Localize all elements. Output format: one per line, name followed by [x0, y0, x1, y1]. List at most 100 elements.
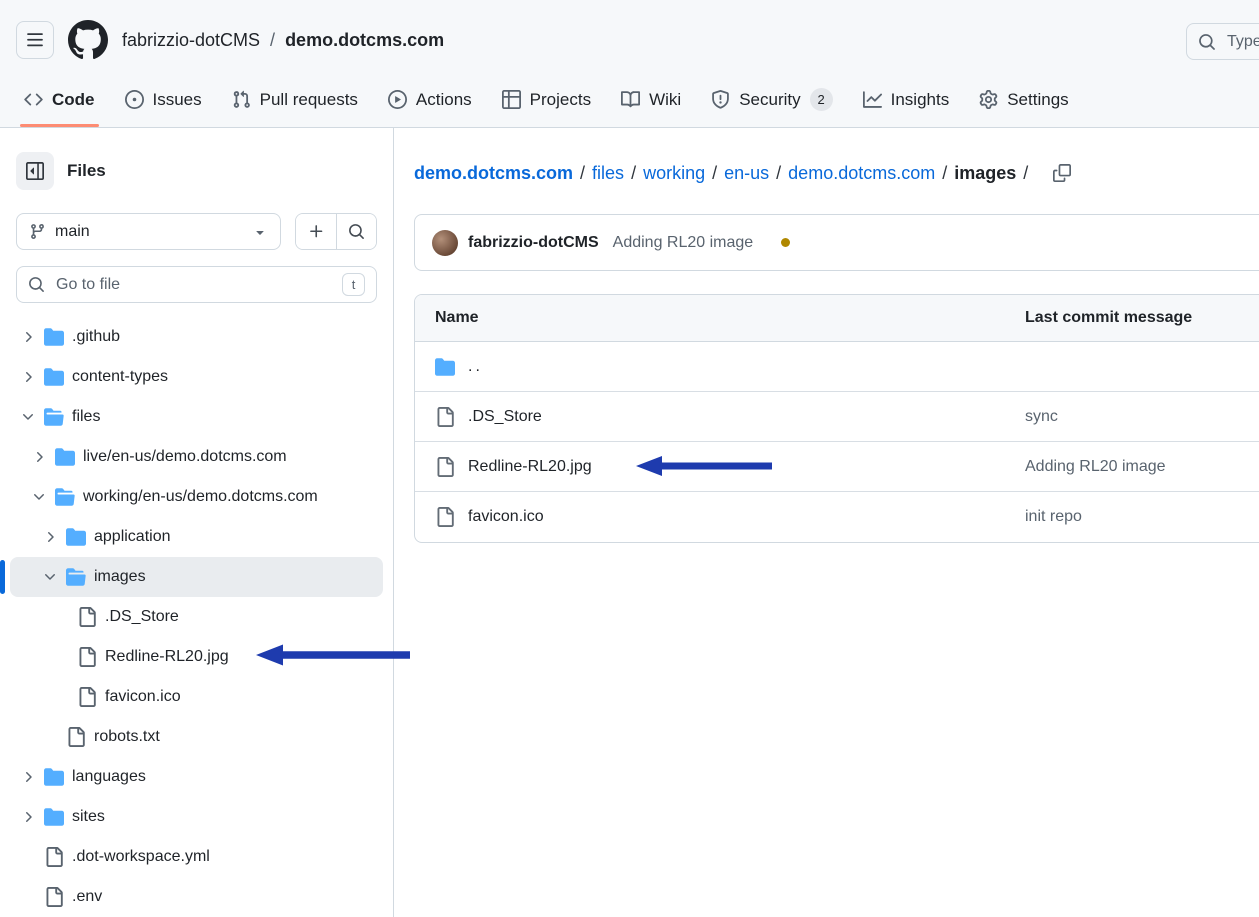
file-name-link[interactable]: .. [468, 358, 483, 376]
file-icon [435, 457, 455, 477]
table-icon [502, 90, 521, 109]
tree-item-label: robots.txt [94, 728, 160, 746]
breadcrumb-separator: / [769, 163, 788, 184]
github-mark-icon [68, 20, 108, 60]
github-logo[interactable] [68, 20, 108, 60]
chevron-down-icon [20, 409, 36, 425]
tree-item-application[interactable]: application [10, 517, 383, 557]
goto-file-box[interactable]: t [16, 266, 377, 303]
shield-icon [711, 90, 730, 109]
tab-security[interactable]: Security 2 [701, 72, 842, 127]
search-icon [1198, 33, 1216, 51]
breadcrumb-segment-working[interactable]: working [643, 163, 705, 184]
tree-chevron[interactable] [20, 409, 36, 425]
tree-item-env[interactable]: .env [10, 877, 383, 917]
tree-item-github[interactable]: .github [10, 317, 383, 357]
collapse-sidebar-button[interactable] [16, 152, 54, 190]
global-search-box[interactable] [1186, 23, 1259, 60]
tab-projects[interactable]: Projects [492, 72, 601, 127]
tree-item-sites[interactable]: sites [10, 797, 383, 837]
tree-item-images[interactable]: images [10, 557, 383, 597]
tree-item-redline-rl20-jpg[interactable]: Redline-RL20.jpg [10, 637, 383, 677]
file-row-favicon-ico[interactable]: favicon.ico init repo [415, 492, 1259, 542]
global-search-input[interactable] [1225, 32, 1259, 52]
tree-item-live-en-us-demo-dotcms-com[interactable]: live/en-us/demo.dotcms.com [10, 437, 383, 477]
repo-nav: Code Issues Pull requests Actions Projec… [0, 72, 1259, 128]
tree-item-content-types[interactable]: content-types [10, 357, 383, 397]
tree-item-working-en-us-demo-dotcms-com[interactable]: working/en-us/demo.dotcms.com [10, 477, 383, 517]
tree-chevron[interactable] [20, 329, 36, 345]
file-icon [77, 607, 97, 627]
current-branch-label: main [55, 223, 90, 241]
breadcrumb-segment-en-us[interactable]: en-us [724, 163, 769, 184]
breadcrumb-segment-demo-dotcms-com[interactable]: demo.dotcms.com [788, 163, 935, 184]
graph-icon [863, 90, 882, 109]
breadcrumb-segment-demo-dotcms-com[interactable]: demo.dotcms.com [414, 163, 573, 184]
commit-status-dot[interactable] [781, 238, 790, 247]
tree-item-favicon-ico[interactable]: favicon.ico [10, 677, 383, 717]
goto-file-row: t [0, 266, 393, 303]
book-icon [621, 90, 640, 109]
chevron-right-icon [20, 369, 36, 385]
copy-icon [1053, 164, 1071, 182]
branch-selector-button[interactable]: main [16, 213, 281, 250]
tab-wiki[interactable]: Wiki [611, 72, 691, 127]
repo-name-link[interactable]: demo.dotcms.com [285, 30, 444, 51]
commit-message-link[interactable]: Adding RL20 image [613, 234, 754, 252]
search-this-repo-button[interactable] [336, 214, 376, 249]
breadcrumb-trailing-slash: / [1016, 163, 1035, 184]
file-row-redline-rl20-jpg[interactable]: Redline-RL20.jpg Adding RL20 image [415, 442, 1259, 492]
tree-chevron [53, 609, 69, 625]
file-row-updir[interactable]: .. [415, 342, 1259, 392]
tree-item-languages[interactable]: languages [10, 757, 383, 797]
tree-item-ds-store[interactable]: .DS_Store [10, 597, 383, 637]
tree-item-label: application [94, 528, 171, 546]
breadcrumb-separator: / [935, 163, 954, 184]
tree-chevron[interactable] [20, 809, 36, 825]
github-repo-file-browser: { "header": { "repo_owner": "fabrizzio-d… [0, 0, 1259, 913]
chevron-down-icon [42, 569, 58, 585]
tab-issues[interactable]: Issues [115, 72, 212, 127]
copy-path-button[interactable] [1047, 158, 1077, 188]
commit-message-cell[interactable]: Adding RL20 image [1025, 458, 1166, 475]
tab-code[interactable]: Code [14, 72, 105, 127]
tree-item-label: images [94, 568, 146, 586]
column-header-last-commit-message: Last commit message [1025, 309, 1192, 326]
file-name-link[interactable]: .DS_Store [468, 408, 542, 426]
tree-actions-group [295, 213, 377, 250]
file-row-ds-store[interactable]: .DS_Store sync [415, 392, 1259, 442]
commit-message-cell[interactable]: sync [1025, 408, 1058, 425]
add-file-button[interactable] [296, 214, 336, 249]
column-header-name: Name [435, 309, 479, 327]
file-name-link[interactable]: favicon.ico [468, 508, 544, 526]
tree-chevron[interactable] [31, 489, 47, 505]
avatar[interactable] [432, 230, 458, 256]
tab-settings[interactable]: Settings [969, 72, 1078, 127]
file-name-link[interactable]: Redline-RL20.jpg [468, 458, 592, 476]
tree-chevron[interactable] [20, 369, 36, 385]
tree-chevron[interactable] [42, 529, 58, 545]
git-branch-icon [29, 223, 46, 240]
tree-chevron[interactable] [42, 569, 58, 585]
file-table-header: Name Last commit message [415, 295, 1259, 342]
tab-insights[interactable]: Insights [853, 72, 960, 127]
tab-actions[interactable]: Actions [378, 72, 482, 127]
tree-item-dot-workspace-yml[interactable]: .dot-workspace.yml [10, 837, 383, 877]
nav-tab-label: Code [52, 90, 95, 110]
tab-pull-requests[interactable]: Pull requests [222, 72, 368, 127]
commit-message-cell[interactable]: init repo [1025, 508, 1082, 525]
tree-chevron [53, 689, 69, 705]
tree-chevron [53, 649, 69, 665]
tree-item-robots-txt[interactable]: robots.txt [10, 717, 383, 757]
nav-tab-label: Insights [891, 90, 950, 110]
commit-author-link[interactable]: fabrizzio-dotCMS [468, 234, 599, 252]
tree-chevron[interactable] [31, 449, 47, 465]
breadcrumb-segment-files[interactable]: files [592, 163, 624, 184]
repo-owner-link[interactable]: fabrizzio-dotCMS [122, 30, 260, 51]
tree-chevron[interactable] [20, 769, 36, 785]
hamburger-menu-button[interactable] [16, 21, 54, 59]
goto-file-input[interactable] [54, 275, 333, 295]
repo-context-separator: / [270, 30, 275, 51]
tree-item-label: .github [72, 328, 120, 346]
tree-item-files[interactable]: files [10, 397, 383, 437]
